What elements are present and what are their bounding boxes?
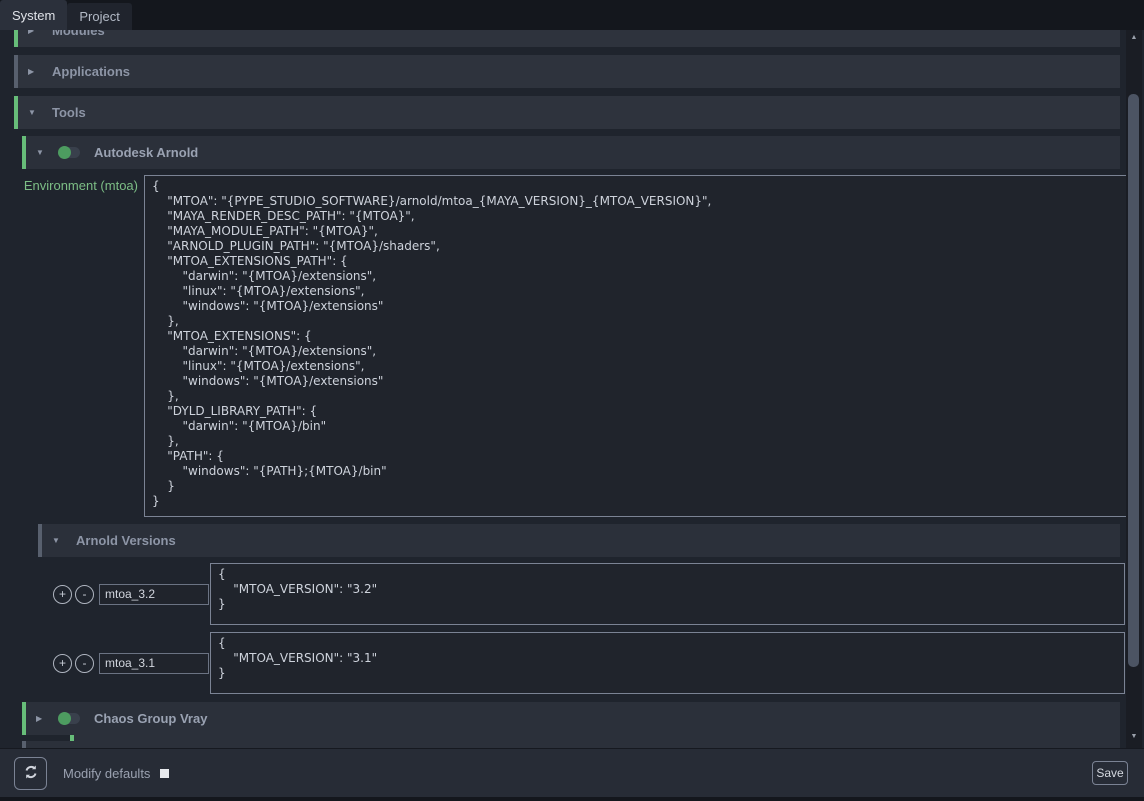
tab-bar: System Project [0,0,1144,30]
section-tools-title: Tools [52,105,86,120]
arnold-toggle-knob-icon [58,146,71,159]
arnold-environment-row: Environment (mtoa) { "MTOA": "{PYPE_STUD… [0,175,1131,517]
arnold-enabled-toggle[interactable] [58,147,80,158]
modify-defaults-label: Modify defaults [63,766,150,781]
tab-project[interactable]: Project [67,3,131,30]
vray-group-title: Chaos Group Vray [94,711,207,726]
modules-collapsed-icon[interactable]: ▶ [28,30,38,35]
remove-version-button[interactable]: - [75,654,94,673]
version-json-textarea[interactable]: { "MTOA_VERSION": "3.1" } [210,632,1125,694]
section-modules-title: Modules [52,30,105,38]
version-row-controls: + - [0,653,210,674]
vray-collapsed-icon[interactable]: ▶ [36,714,46,723]
arnold-expanded-icon[interactable]: ▼ [36,148,46,157]
tools-expanded-icon[interactable]: ▼ [28,108,38,117]
add-version-button[interactable]: + [53,585,72,604]
section-applications-state-bar [14,55,18,88]
scroll-up-icon[interactable]: ▲ [1126,30,1142,44]
arnold-versions-title: Arnold Versions [76,533,176,548]
scrollbar-thumb[interactable] [1128,94,1139,667]
version-json-textarea[interactable]: { "MTOA_VERSION": "3.2" } [210,563,1125,625]
version-name-input[interactable] [99,584,209,605]
tab-project-label: Project [79,9,119,24]
section-tools-header[interactable]: ▼ Tools [14,96,1120,129]
arnold-group-state-bar [22,136,26,169]
refresh-button[interactable] [14,757,47,790]
applications-collapsed-icon[interactable]: ▶ [28,67,38,76]
next-section-state-bar [22,741,26,748]
version-row-mtoa-3-2: + - { "MTOA_VERSION": "3.2" } [0,563,1125,625]
add-version-button[interactable]: + [53,654,72,673]
version-row-controls: + - [0,584,210,605]
refresh-icon [23,764,39,783]
vray-group-header[interactable]: ▶ Chaos Group Vray [22,702,1120,735]
tab-system[interactable]: System [0,0,67,30]
section-modules-header[interactable]: ▶ Modules [14,30,1120,47]
arnold-versions-header[interactable]: ▼ Arnold Versions [38,524,1120,557]
section-tools-state-bar [14,96,18,129]
modify-defaults-checkbox[interactable] [160,769,169,778]
arnold-versions-expanded-icon[interactable]: ▼ [52,536,62,545]
arnold-versions-state-bar [38,524,42,557]
next-section-header-clipped [22,741,1120,748]
settings-scroll-area: ▶ Modules ▶ Applications ▼ Tools ▼ Autod… [0,30,1144,748]
footer-bar: Modify defaults Save [0,748,1144,797]
window-bottom-edge [0,797,1144,801]
vertical-scrollbar[interactable]: ▲ ▼ [1126,30,1142,748]
version-name-input[interactable] [99,653,209,674]
save-button[interactable]: Save [1092,761,1128,785]
vray-toggle-knob-icon [58,712,71,725]
environment-mtoa-textarea[interactable]: { "MTOA": "{PYPE_STUDIO_SOFTWARE}/arnold… [144,175,1131,517]
scroll-down-icon[interactable]: ▼ [1126,729,1142,743]
vray-group-state-bar [22,702,26,735]
vray-enabled-toggle[interactable] [58,713,80,724]
arnold-group-header[interactable]: ▼ Autodesk Arnold [22,136,1120,169]
section-applications-header[interactable]: ▶ Applications [14,55,1120,88]
tab-system-label: System [12,8,55,23]
environment-mtoa-label: Environment (mtoa) [0,175,144,517]
section-applications-title: Applications [52,64,130,79]
section-modules-state-bar [14,30,18,47]
section-modules-clip: ▶ Modules [14,30,1120,47]
remove-version-button[interactable]: - [75,585,94,604]
arnold-group-title: Autodesk Arnold [94,145,198,160]
version-row-mtoa-3-1: + - { "MTOA_VERSION": "3.1" } [0,632,1125,694]
